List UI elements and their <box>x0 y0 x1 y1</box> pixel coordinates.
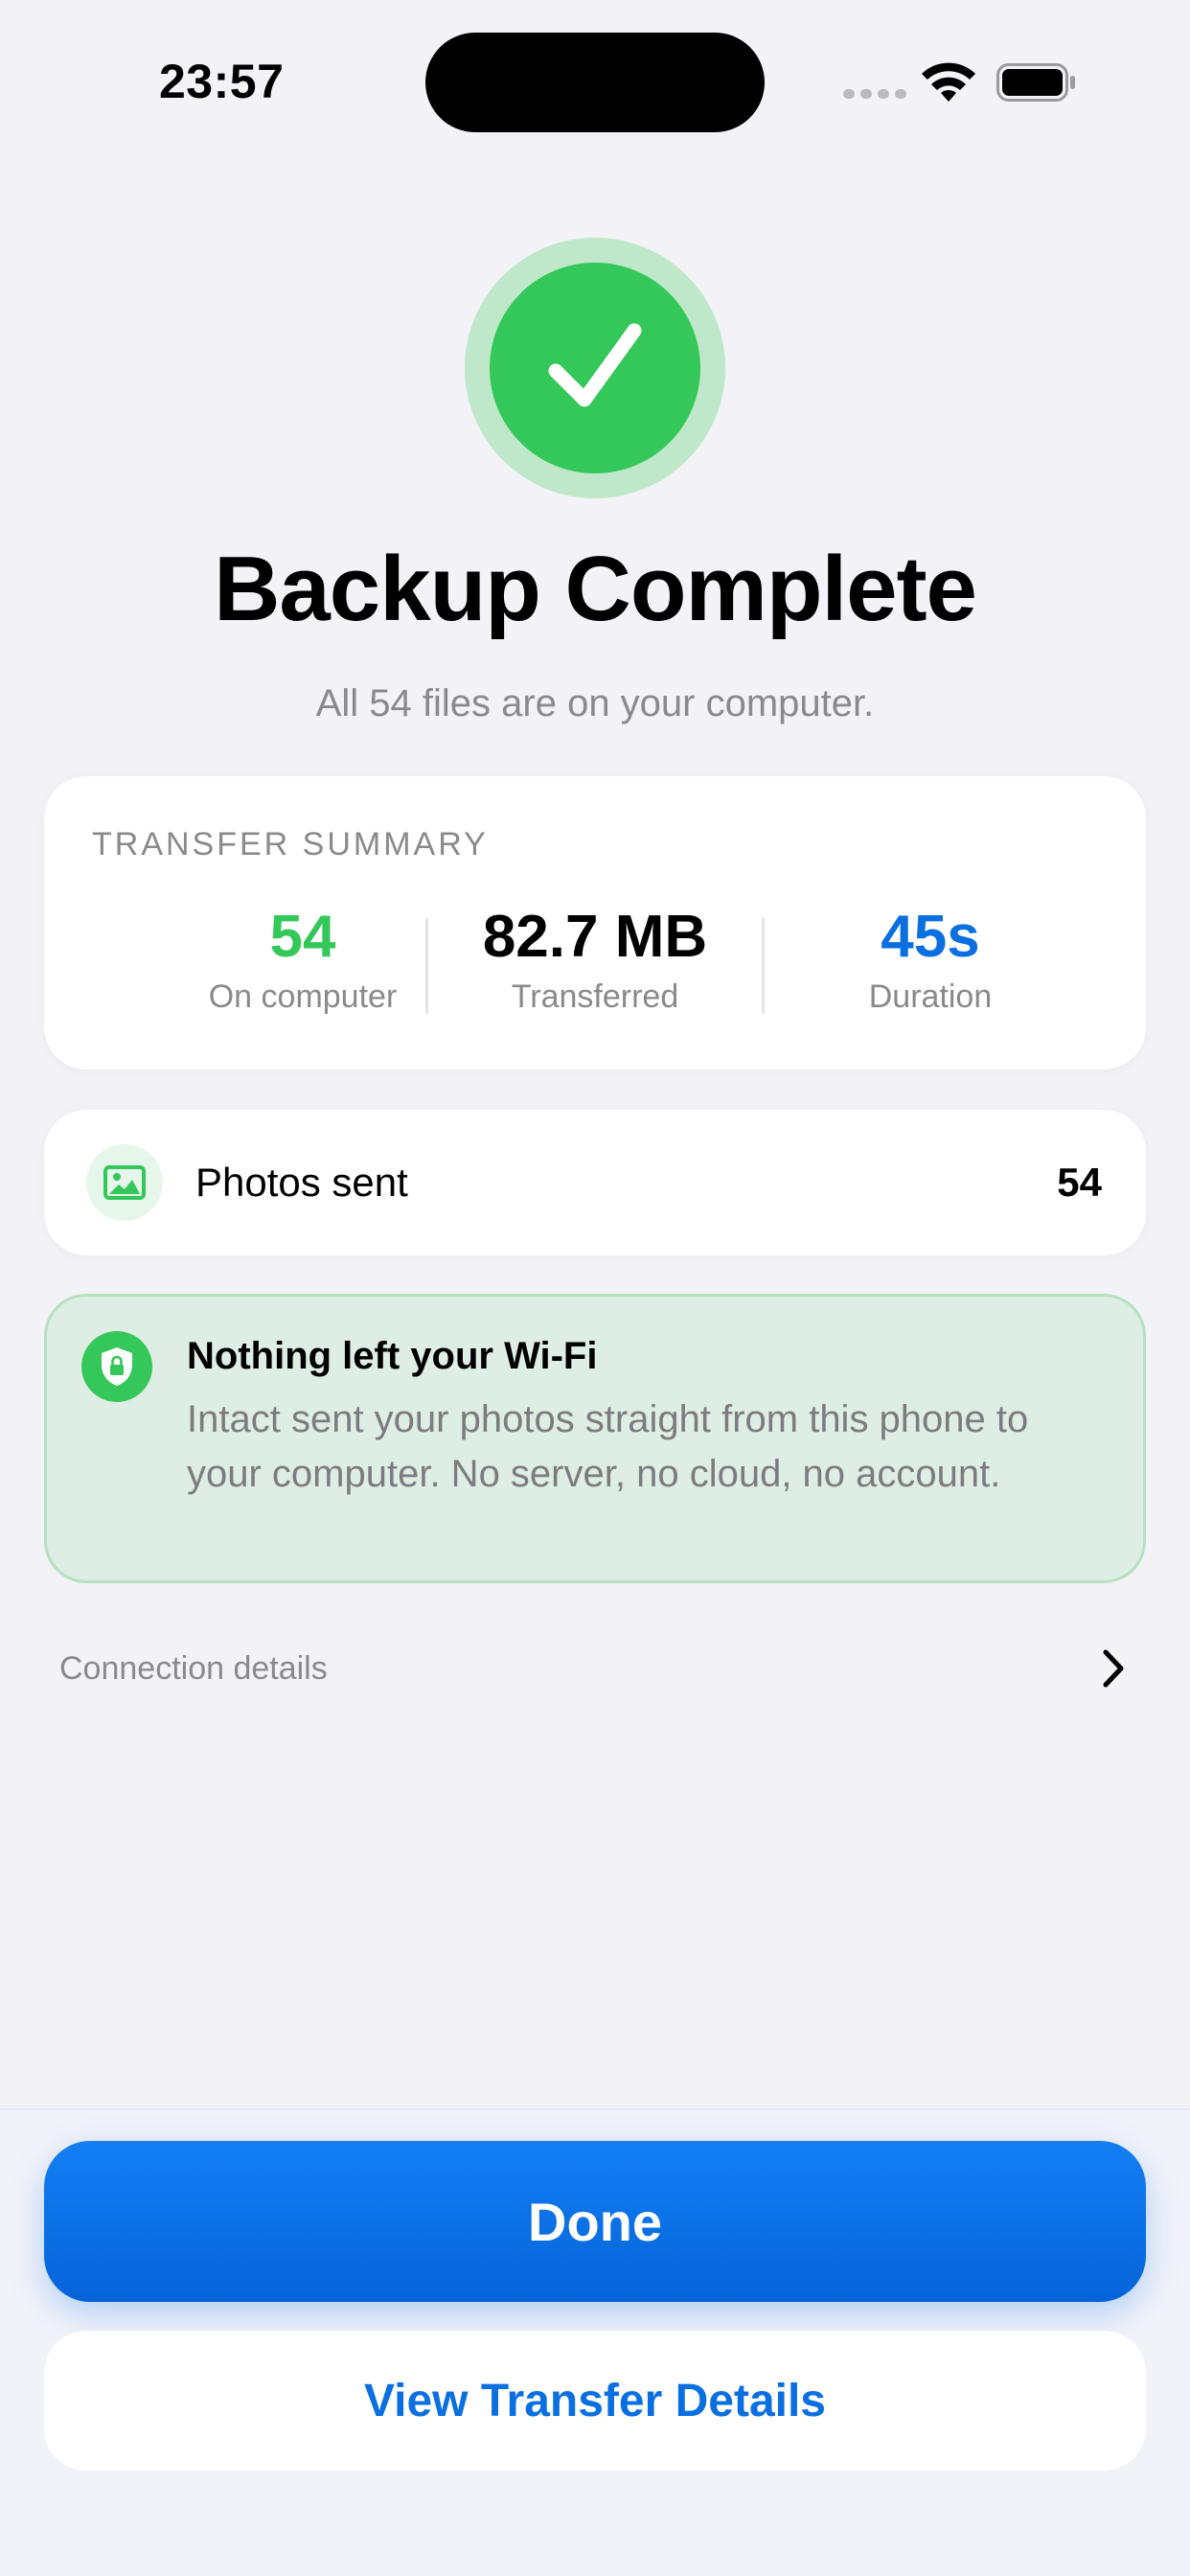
connection-details-label: Connection details <box>59 1650 328 1687</box>
chevron-right-icon <box>1103 1649 1124 1688</box>
stat-on-computer: 54 On computer <box>149 903 456 1016</box>
transfer-summary-card: TRANSFER SUMMARY 54 On computer 82.7 MB … <box>44 776 1146 1070</box>
transfer-summary-label: TRANSFER SUMMARY <box>92 826 489 862</box>
photos-sent-label: Photos sent <box>195 1160 408 1205</box>
battery-icon <box>996 63 1075 102</box>
backup-complete-screen: 23:57 Backup Complete All 54 files are o… <box>0 0 1190 2576</box>
status-time: 23:57 <box>159 55 285 108</box>
wifi-icon <box>922 62 975 102</box>
stat-label: Transferred <box>511 978 679 1015</box>
cellular-signal-icon <box>843 89 906 99</box>
page-title: Backup Complete <box>214 538 977 640</box>
dynamic-island <box>425 33 765 132</box>
stat-transferred: 82.7 MB Transferred <box>442 903 748 1016</box>
success-badge <box>465 238 725 498</box>
page-subtitle: All 54 files are on your computer. <box>315 682 875 724</box>
stat-divider <box>762 918 765 1014</box>
connection-details-row[interactable]: Connection details <box>59 1646 1133 1694</box>
photos-sent-row: Photos sent 54 <box>44 1110 1146 1255</box>
view-transfer-details-button[interactable]: View Transfer Details <box>44 2331 1146 2471</box>
shield-lock-icon <box>81 1331 152 1402</box>
photos-sent-count: 54 <box>1057 1160 1102 1205</box>
done-button[interactable]: Done <box>44 2141 1146 2302</box>
checkmark-icon <box>490 263 700 473</box>
privacy-note-body: Intact sent your photos straight from th… <box>187 1398 1029 1495</box>
stat-divider <box>425 918 428 1014</box>
stat-label: On computer <box>208 978 398 1015</box>
stat-value: 82.7 MB <box>482 904 708 970</box>
privacy-note-card: Nothing left your Wi-Fi Intact sent your… <box>44 1294 1146 1583</box>
stat-label: Duration <box>868 978 993 1015</box>
stat-value: 54 <box>269 904 336 970</box>
stat-value: 45s <box>881 904 980 970</box>
privacy-note-title: Nothing left your Wi-Fi <box>187 1335 598 1377</box>
photo-icon <box>86 1144 163 1221</box>
stat-duration: 45s Duration <box>777 903 1084 1016</box>
